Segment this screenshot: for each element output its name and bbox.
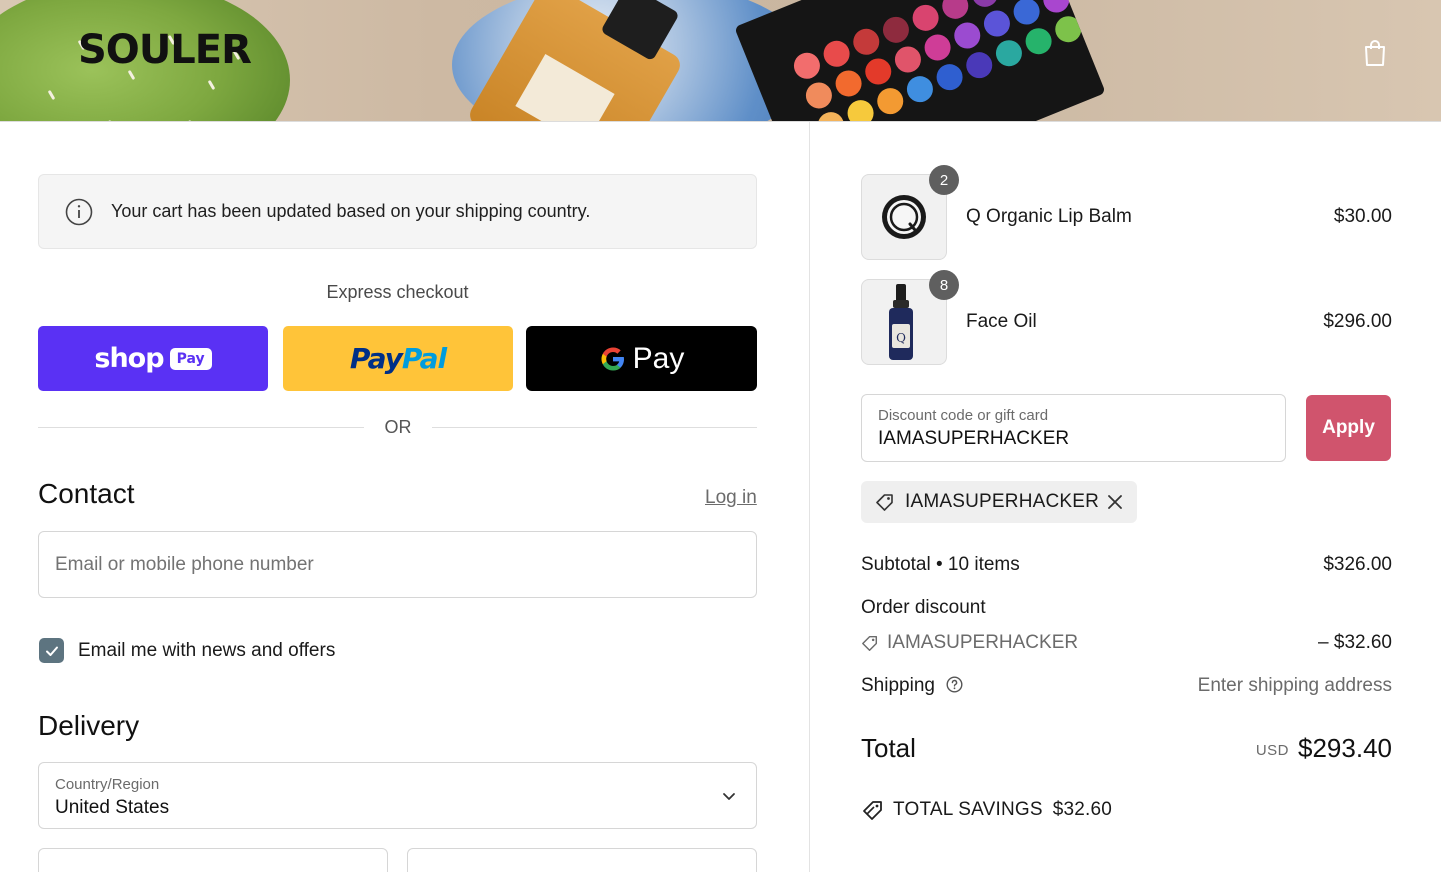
shop-pay-pill: Pay xyxy=(169,347,212,370)
product-thumbnail-lip-balm: 2 xyxy=(861,165,959,260)
google-pay-button[interactable]: Pay xyxy=(526,326,757,391)
shop-pay-button[interactable]: shop Pay xyxy=(38,326,268,391)
contact-title: Contact xyxy=(38,478,135,509)
applied-discount-chip: IAMASUPERHACKER xyxy=(861,481,1137,523)
order-discount-value: – $32.60 xyxy=(1318,632,1392,653)
last-name-field[interactable] xyxy=(407,848,757,872)
first-name-field[interactable] xyxy=(38,848,388,872)
store-logo[interactable]: SOULER xyxy=(78,30,252,70)
savings-value: $32.60 xyxy=(1052,799,1113,820)
savings-label: TOTAL SAVINGS xyxy=(893,799,1043,820)
item-name: Face Oil xyxy=(966,311,1037,332)
discount-code-field[interactable]: Discount code or gift card IAMASUPERHACK… xyxy=(861,394,1286,462)
login-link[interactable]: Log in xyxy=(705,487,757,509)
cart-updated-notice: Your cart has been updated based on your… xyxy=(38,174,757,249)
discount-field-value: IAMASUPERHACKER xyxy=(878,428,1070,449)
shipping-value: Enter shipping address xyxy=(1197,675,1392,696)
country-select[interactable]: Country/Region United States xyxy=(38,762,757,829)
total-value: $293.40 xyxy=(1298,733,1392,763)
applied-code-text: IAMASUPERHACKER xyxy=(905,491,1100,512)
checkmark-icon xyxy=(45,646,58,656)
item-price: $296.00 xyxy=(1323,311,1392,332)
email-field[interactable] xyxy=(39,532,756,597)
product-thumbnail-face-oil: Q 8 xyxy=(861,270,959,365)
header-banner: SOULER xyxy=(0,0,1441,122)
svg-text:Q: Q xyxy=(896,331,906,345)
remove-discount-icon[interactable] xyxy=(1107,494,1123,510)
tag-icon xyxy=(876,494,893,511)
notice-text: Your cart has been updated based on your… xyxy=(111,201,591,221)
email-field-wrapper xyxy=(38,531,757,598)
order-discount-code: IAMASUPERHACKER xyxy=(861,632,1078,654)
total-label: Total xyxy=(861,733,916,763)
express-checkout-title: Express checkout xyxy=(326,282,469,302)
quantity-badge: 2 xyxy=(929,165,959,195)
or-divider-text: OR xyxy=(384,417,412,437)
order-discount-label: Order discount xyxy=(861,597,986,618)
eyeshadow-palette-image xyxy=(734,0,1106,121)
country-label: Country/Region xyxy=(55,776,160,793)
subtotal-label: Subtotal • 10 items xyxy=(861,554,1020,575)
delivery-title: Delivery xyxy=(38,710,140,741)
subtotal-value: $326.00 xyxy=(1323,554,1392,575)
savings-tag-icon xyxy=(863,801,882,820)
paypal-logo: PayPal xyxy=(349,342,447,375)
item-price: $30.00 xyxy=(1333,206,1392,227)
paypal-button[interactable]: PayPal xyxy=(283,326,513,391)
total-savings: TOTAL SAVINGS $32.60 xyxy=(861,798,1112,822)
apply-discount-button[interactable]: Apply xyxy=(1306,395,1391,461)
order-discount-code-text: IAMASUPERHACKER xyxy=(887,632,1079,653)
newsletter-checkbox[interactable] xyxy=(39,638,64,663)
or-divider-right xyxy=(432,427,757,428)
newsletter-label[interactable]: Email me with news and offers xyxy=(78,640,335,662)
quantity-badge: 8 xyxy=(929,270,959,300)
discount-field-label: Discount code or gift card xyxy=(878,407,1049,424)
shopping-bag-icon[interactable] xyxy=(1362,38,1388,68)
help-icon[interactable] xyxy=(946,676,963,693)
item-name: Q Organic Lip Balm xyxy=(966,206,1132,227)
column-divider xyxy=(809,122,810,872)
total-currency: USD xyxy=(1255,742,1289,759)
google-g-icon xyxy=(601,347,624,370)
tag-icon xyxy=(862,635,878,651)
shop-pay-word: shop xyxy=(94,343,164,374)
shipping-row: Shipping xyxy=(861,675,963,697)
shipping-label: Shipping xyxy=(861,675,935,696)
gpay-word: Pay xyxy=(632,341,685,375)
country-value: United States xyxy=(55,797,170,818)
or-divider-left xyxy=(38,427,364,428)
chevron-down-icon xyxy=(723,793,735,800)
info-icon xyxy=(65,198,93,225)
